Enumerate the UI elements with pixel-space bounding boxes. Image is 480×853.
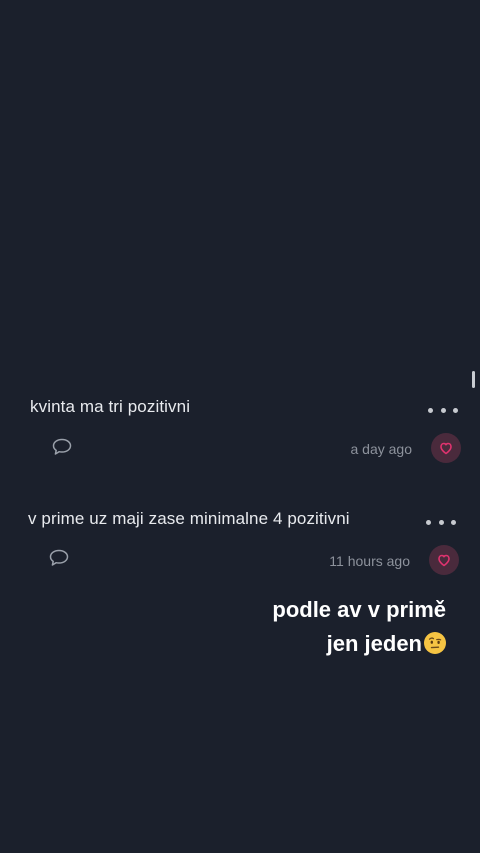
more-options-button[interactable] [426, 514, 456, 530]
heart-reaction-icon [438, 554, 450, 567]
post-timestamp: a day ago [350, 441, 413, 457]
raised-eyebrow-emoji-icon [424, 632, 446, 654]
scrollbar[interactable] [472, 371, 475, 388]
post-text: kvinta ma tri pozitivni [30, 397, 191, 416]
post-text: v prime uz maji zase minimalne 4 pozitiv… [28, 509, 350, 528]
more-options-button[interactable] [428, 402, 458, 418]
comment-icon[interactable] [51, 437, 73, 457]
story-caption-line-2: jen jeden [327, 631, 446, 657]
reaction-button[interactable] [429, 545, 459, 575]
story-caption-text: jen jeden [326, 631, 422, 656]
reaction-button[interactable] [431, 433, 461, 463]
post-timestamp: 11 hours ago [329, 553, 410, 569]
heart-reaction-icon [440, 442, 452, 455]
comment-icon[interactable] [48, 548, 70, 568]
story-caption-line-1: podle av v primě [272, 597, 446, 622]
